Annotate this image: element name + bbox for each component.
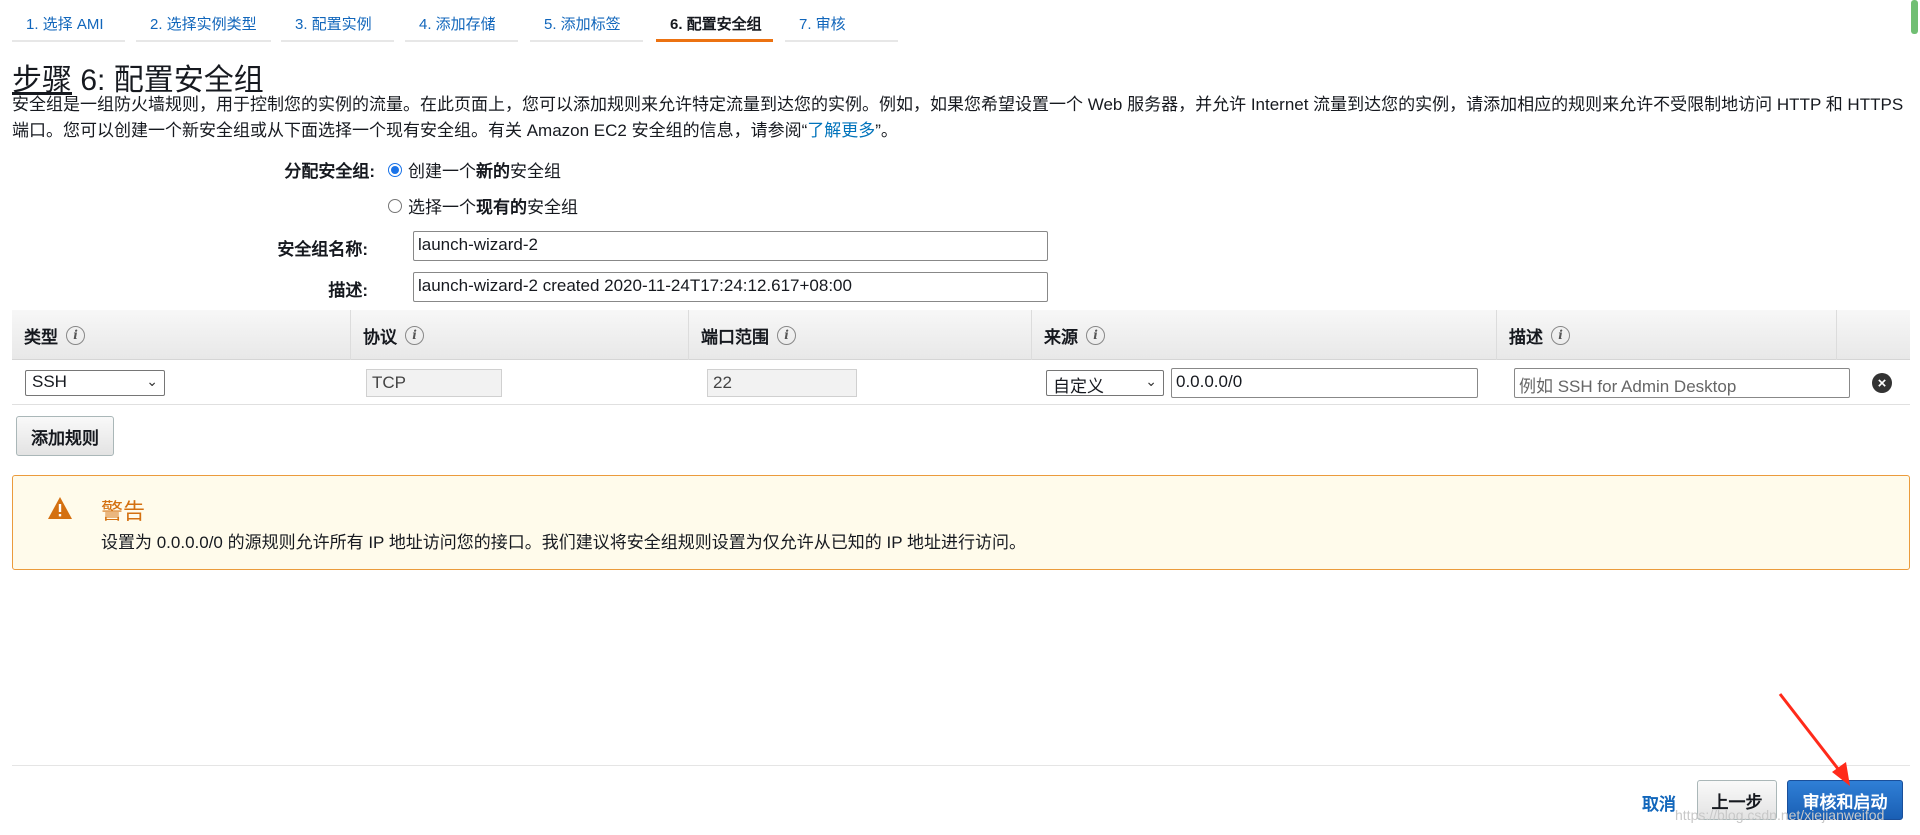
- annotation-arrow: [1778, 693, 1850, 786]
- table-row: SSH ⌄ TCP 22 自定义 ⌄ 0.0.0.0/0 例如 SSH for …: [12, 360, 1910, 405]
- column-header-type: 类型 i: [12, 310, 350, 360]
- warning-alert: 警告 设置为 0.0.0.0/0 的源规则允许所有 IP 地址访问您的接口。我们…: [12, 475, 1910, 570]
- info-icon[interactable]: i: [1551, 325, 1570, 345]
- warning-icon: [48, 497, 72, 519]
- info-icon[interactable]: i: [66, 325, 85, 345]
- column-header-actions: [1836, 310, 1910, 360]
- tab-configure-instance[interactable]: 3. 配置实例: [281, 0, 394, 42]
- assign-security-group-label: 分配安全组:: [284, 162, 375, 181]
- info-icon[interactable]: i: [777, 325, 796, 345]
- info-icon[interactable]: i: [405, 325, 424, 345]
- intro-paragraph: 安全组是一组防火墙规则，用于控制您的实例的流量。在此页面上，您可以添加规则来允许…: [12, 92, 1912, 144]
- warning-text: 设置为 0.0.0.0/0 的源规则允许所有 IP 地址访问您的接口。我们建议将…: [101, 533, 1027, 552]
- radio-select-existing-pre: 选择一个: [408, 198, 476, 217]
- learn-more-link[interactable]: 了解更多: [807, 121, 875, 140]
- chevron-down-icon: ⌄: [1145, 373, 1157, 389]
- radio-select-existing-bold: 现有的: [476, 198, 527, 217]
- column-header-description: 描述 i: [1496, 310, 1836, 360]
- tab-add-tags[interactable]: 5. 添加标签: [530, 0, 643, 42]
- rules-table-header: 类型 i 协议 i 端口范围 i 来源 i 描述 i: [12, 310, 1910, 360]
- rule-description-input[interactable]: 例如 SSH for Admin Desktop: [1514, 368, 1850, 398]
- column-header-port-range: 端口范围 i: [688, 310, 1031, 360]
- tab-add-storage[interactable]: 4. 添加存储: [405, 0, 518, 42]
- previous-button[interactable]: 上一步: [1697, 780, 1777, 820]
- source-mode-select[interactable]: 自定义 ⌄: [1046, 370, 1164, 396]
- description-label: 描述:: [328, 281, 368, 300]
- group-name-input[interactable]: launch-wizard-2: [413, 231, 1048, 261]
- type-select-value: SSH: [32, 372, 67, 391]
- description-input[interactable]: launch-wizard-2 created 2020-11-24T17:24…: [413, 272, 1048, 302]
- column-header-protocol-label: 协议: [363, 327, 397, 347]
- add-rule-button[interactable]: 添加规则: [16, 416, 114, 456]
- radio-create-new-post: 安全组: [510, 162, 561, 181]
- column-header-protocol: 协议 i: [350, 310, 688, 360]
- column-header-source-label: 来源: [1044, 327, 1078, 347]
- tab-choose-ami[interactable]: 1. 选择 AMI: [12, 0, 125, 42]
- scrollbar-thumb[interactable]: [1911, 0, 1918, 34]
- column-header-description-label: 描述: [1509, 327, 1543, 347]
- remove-rule-icon[interactable]: ×: [1872, 373, 1892, 393]
- review-and-launch-button[interactable]: 审核和启动: [1787, 780, 1903, 820]
- column-header-source: 来源 i: [1031, 310, 1496, 360]
- radio-select-existing-label: 选择一个现有的安全组: [408, 193, 578, 218]
- radio-select-existing[interactable]: 选择一个现有的安全组: [388, 193, 578, 218]
- radio-select-existing-post: 安全组: [527, 198, 578, 217]
- footer-divider: [12, 765, 1910, 766]
- tab-instance-type[interactable]: 2. 选择实例类型: [136, 0, 271, 42]
- page: 1. 选择 AMI 2. 选择实例类型 3. 配置实例 4. 添加存储 5. 添…: [0, 0, 1920, 835]
- source-mode-value: 自定义: [1053, 377, 1104, 396]
- column-header-port-range-label: 端口范围: [701, 327, 769, 347]
- group-name-label: 安全组名称:: [277, 240, 368, 259]
- radio-create-new-bold: 新的: [476, 162, 510, 181]
- chevron-down-icon: ⌄: [146, 373, 158, 389]
- radio-create-new-pre: 创建一个: [408, 162, 476, 181]
- intro-text: 安全组是一组防火墙规则，用于控制您的实例的流量。在此页面上，您可以添加规则来允许…: [12, 95, 1904, 140]
- tab-review[interactable]: 7. 审核: [785, 0, 898, 42]
- radio-create-new-control[interactable]: [388, 162, 402, 177]
- port-range-field: 22: [707, 369, 857, 397]
- type-select[interactable]: SSH ⌄: [25, 370, 165, 396]
- radio-create-new-label: 创建一个新的安全组: [408, 157, 561, 182]
- info-icon[interactable]: i: [1086, 325, 1105, 345]
- cancel-link[interactable]: 取消: [1642, 790, 1676, 815]
- source-cidr-input[interactable]: 0.0.0.0/0: [1171, 368, 1478, 398]
- column-header-type-label: 类型: [24, 327, 58, 347]
- protocol-field: TCP: [366, 369, 502, 397]
- warning-title: 警告: [101, 499, 146, 524]
- radio-create-new[interactable]: 创建一个新的安全组: [388, 157, 561, 182]
- intro-tail: ”。: [875, 121, 898, 140]
- radio-select-existing-control[interactable]: [388, 198, 402, 213]
- tab-configure-security-group[interactable]: 6. 配置安全组: [656, 0, 773, 42]
